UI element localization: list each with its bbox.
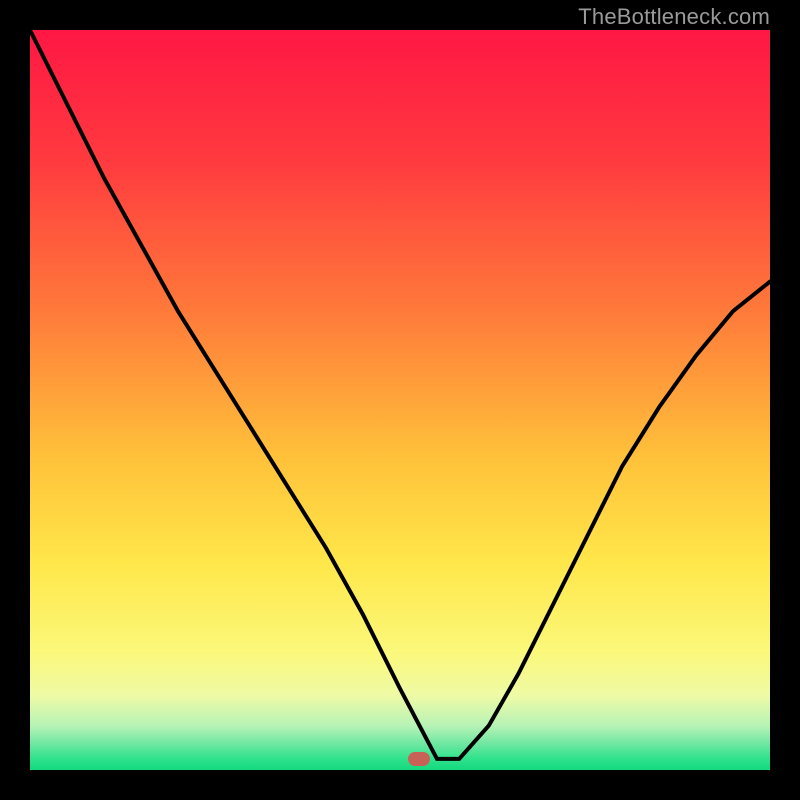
watermark-text: TheBottleneck.com [578,4,770,30]
bottleneck-curve [30,30,770,770]
plot-area [30,30,770,770]
chart-frame: TheBottleneck.com [0,0,800,800]
optimal-marker [408,752,430,766]
